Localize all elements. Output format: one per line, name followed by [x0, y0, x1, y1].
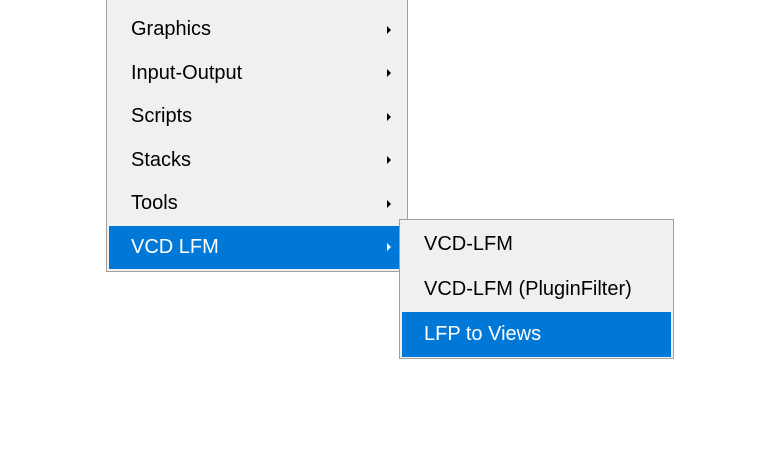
chevron-right-icon: [387, 199, 391, 208]
submenu-item-vcd-lfm-pluginfilter[interactable]: VCD-LFM (PluginFilter): [402, 267, 671, 312]
submenu-item-vcd-lfm[interactable]: VCD-LFM: [402, 222, 671, 267]
menu-item-stacks[interactable]: Stacks: [109, 139, 405, 183]
chevron-right-icon: [387, 112, 391, 121]
menu-item-label: Input-Output: [131, 61, 243, 84]
menu-item-input-output[interactable]: Input-Output: [109, 52, 405, 96]
menu-item-label: Tools: [131, 192, 178, 215]
menu-item-scripts[interactable]: Scripts: [109, 95, 405, 139]
menu-item-label: LFP to Views: [424, 323, 542, 345]
menu-item-label: VCD-LFM (PluginFilter): [424, 278, 632, 300]
chevron-right-icon: [387, 243, 391, 252]
submenu-item-lfp-to-views[interactable]: LFP to Views: [402, 312, 671, 357]
chevron-right-icon: [387, 69, 391, 78]
menu-item-label: VCD-LFM: [424, 233, 513, 255]
menu-item-graphics[interactable]: Graphics: [109, 8, 405, 52]
plugins-menu: Graphics Input-Output Scripts Stacks Too…: [106, 0, 408, 272]
chevron-right-icon: [387, 156, 391, 165]
menu-item-label: Graphics: [131, 18, 212, 41]
menu-item-label: VCD LFM: [131, 235, 219, 258]
vcd-lfm-submenu: VCD-LFM VCD-LFM (PluginFilter) LFP to Vi…: [399, 219, 674, 359]
chevron-right-icon: [387, 25, 391, 34]
menu-item-label: Scripts: [131, 105, 193, 128]
menu-item-label: Stacks: [131, 148, 192, 171]
menu-item-tools[interactable]: Tools: [109, 182, 405, 226]
menu-item-vcd-lfm[interactable]: VCD LFM: [109, 225, 405, 269]
